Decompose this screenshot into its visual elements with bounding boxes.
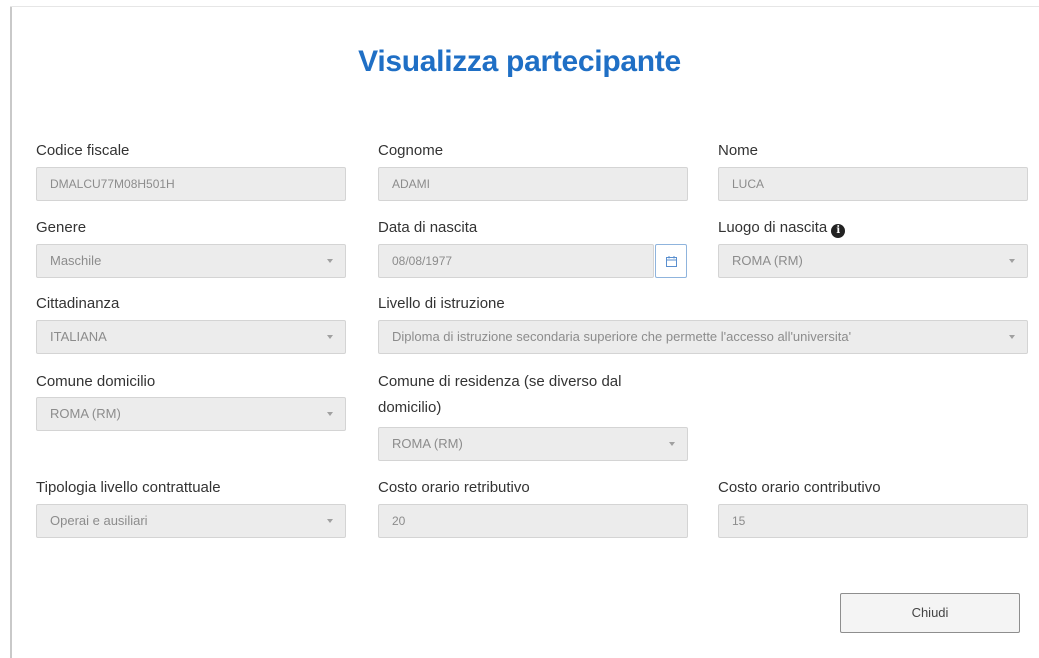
- calendar-button[interactable]: [655, 244, 687, 278]
- comune-domicilio-select[interactable]: ROMA (RM): [36, 397, 346, 431]
- costo-contributivo-value: 15: [732, 514, 746, 528]
- info-circle-icon[interactable]: i: [831, 224, 846, 238]
- chevron-down-icon: [327, 519, 333, 523]
- chevron-down-icon: [1009, 259, 1015, 263]
- genere-value: Maschile: [50, 253, 102, 268]
- costo-retributivo-value: 20: [392, 514, 406, 528]
- cittadinanza-value: ITALIANA: [50, 329, 107, 344]
- close-button[interactable]: Chiudi: [840, 593, 1020, 633]
- nome-label: Nome: [718, 142, 759, 159]
- dialog-border-left: [10, 6, 12, 658]
- luogo-nascita-label-text: Luogo di nascita: [718, 219, 828, 236]
- livello-istruzione-value: Diploma di istruzione secondaria superio…: [392, 329, 852, 344]
- codice-fiscale-field[interactable]: DMALCU77M08H501H: [36, 167, 346, 201]
- chevron-down-icon: [327, 259, 333, 263]
- livello-istruzione-label: Livello di istruzione: [378, 295, 505, 312]
- comune-residenza-select[interactable]: ROMA (RM): [378, 427, 688, 461]
- codice-fiscale-value: DMALCU77M08H501H: [50, 177, 175, 191]
- calendar-icon: [666, 256, 677, 267]
- dialog-border-top: [10, 6, 1039, 7]
- costo-retributivo-field[interactable]: 20: [378, 504, 688, 538]
- chevron-down-icon: [669, 442, 675, 446]
- tipologia-livello-label: Tipologia livello contrattuale: [36, 479, 221, 496]
- codice-fiscale-label: Codice fiscale: [36, 142, 130, 159]
- luogo-nascita-label: Luogo di nascita i: [718, 218, 846, 238]
- nome-value: LUCA: [732, 177, 765, 191]
- cognome-value: ADAMI: [392, 177, 431, 191]
- nome-field[interactable]: LUCA: [718, 167, 1028, 201]
- cognome-label: Cognome: [378, 142, 444, 159]
- luogo-nascita-value: ROMA (RM): [732, 253, 803, 268]
- livello-istruzione-select[interactable]: Diploma di istruzione secondaria superio…: [378, 320, 1028, 354]
- costo-contributivo-field[interactable]: 15: [718, 504, 1028, 538]
- comune-domicilio-value: ROMA (RM): [50, 406, 121, 421]
- page-title: Visualizza partecipante: [358, 45, 681, 78]
- tipologia-livello-value: Operai e ausiliari: [50, 513, 148, 528]
- comune-residenza-value: ROMA (RM): [392, 436, 463, 451]
- costo-contributivo-label: Costo orario contributivo: [718, 479, 881, 496]
- genere-label: Genere: [36, 219, 87, 236]
- costo-retributivo-label: Costo orario retributivo: [378, 479, 530, 496]
- luogo-nascita-select[interactable]: ROMA (RM): [718, 244, 1028, 278]
- cittadinanza-label: Cittadinanza: [36, 295, 120, 312]
- chevron-down-icon: [1009, 335, 1015, 339]
- cognome-field[interactable]: ADAMI: [378, 167, 688, 201]
- data-nascita-field[interactable]: 08/08/1977: [378, 244, 654, 278]
- comune-domicilio-label: Comune domicilio: [36, 373, 156, 390]
- cittadinanza-select[interactable]: ITALIANA: [36, 320, 346, 354]
- chevron-down-icon: [327, 412, 333, 416]
- tipologia-livello-select[interactable]: Operai e ausiliari: [36, 504, 346, 538]
- chevron-down-icon: [327, 335, 333, 339]
- comune-residenza-label: Comune di residenza (se diverso dal domi…: [378, 373, 622, 416]
- data-nascita-label: Data di nascita: [378, 219, 478, 236]
- genere-select[interactable]: Maschile: [36, 244, 346, 278]
- data-nascita-value: 08/08/1977: [392, 254, 453, 268]
